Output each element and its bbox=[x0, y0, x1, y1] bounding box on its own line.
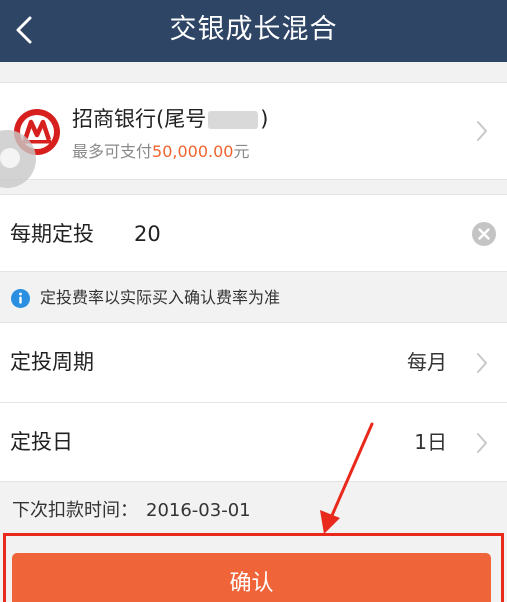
day-value: 1日 bbox=[414, 430, 447, 454]
masked-card-number bbox=[208, 111, 259, 129]
bank-name: 招商银行(尾号) bbox=[72, 105, 268, 133]
next-debit-date: 下次扣款时间： 2016-03-01 bbox=[12, 497, 251, 525]
payment-limit-prefix: 最多可支付 bbox=[72, 142, 153, 161]
payment-limit-unit: 元 bbox=[233, 142, 250, 161]
info-icon bbox=[11, 289, 30, 308]
next-debit-label: 下次扣款时间： bbox=[12, 500, 138, 521]
payment-bank-card-row[interactable]: 招商银行(尾号) 最多可支付50,000.00元 bbox=[0, 82, 507, 180]
chevron-right-icon bbox=[477, 121, 487, 141]
day-row[interactable]: 定投日 1日 bbox=[0, 402, 507, 482]
fee-notice: 定投费率以实际买入确认费率为准 bbox=[0, 280, 507, 316]
chevron-right-icon bbox=[477, 433, 487, 453]
cycle-row[interactable]: 定投周期 每月 bbox=[0, 322, 507, 402]
header-bar: 交银成长混合 bbox=[0, 0, 507, 62]
amount-input[interactable]: 20 bbox=[134, 219, 434, 249]
cycle-value: 每月 bbox=[407, 350, 447, 374]
payment-limit: 最多可支付50,000.00元 bbox=[72, 141, 249, 163]
page-title: 交银成长混合 bbox=[169, 14, 338, 45]
bank-name-suffix: ) bbox=[260, 107, 269, 131]
day-label: 定投日 bbox=[10, 430, 73, 454]
cycle-label: 定投周期 bbox=[10, 350, 94, 374]
bank-name-prefix: 招商银行(尾号 bbox=[72, 107, 207, 131]
confirm-button[interactable]: 确认 bbox=[12, 553, 491, 602]
amount-row: 每期定投 20 bbox=[0, 194, 507, 272]
payment-limit-amount: 50,000.00 bbox=[152, 142, 234, 161]
next-debit-value: 2016-03-01 bbox=[146, 500, 251, 521]
clear-icon[interactable] bbox=[471, 221, 497, 247]
chevron-right-icon bbox=[477, 353, 487, 373]
amount-label: 每期定投 bbox=[10, 222, 94, 246]
fee-notice-text: 定投费率以实际买入确认费率为准 bbox=[40, 288, 281, 307]
